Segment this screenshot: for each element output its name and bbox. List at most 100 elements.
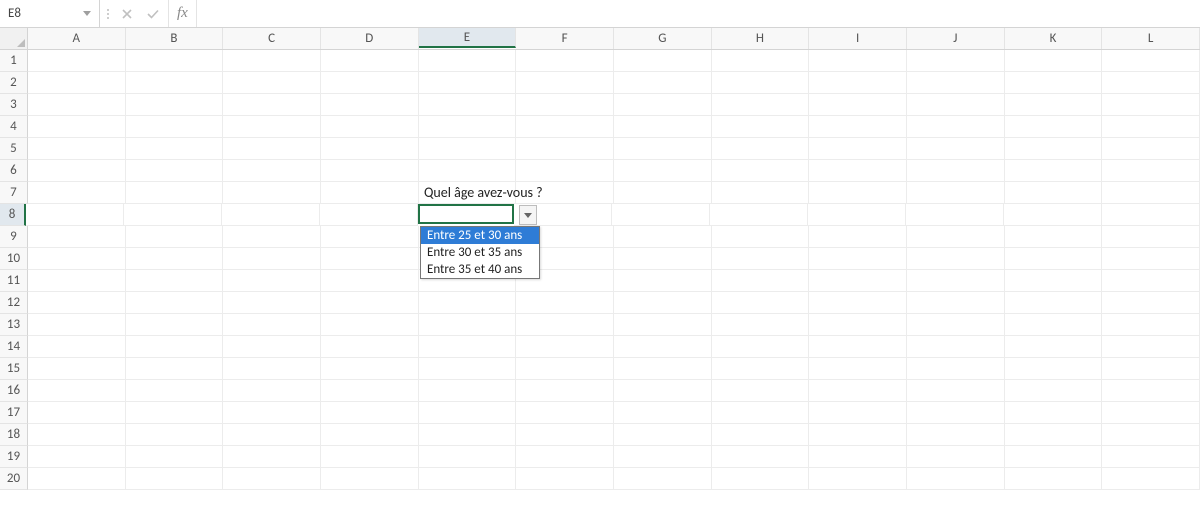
cell-K19[interactable] (1005, 446, 1103, 468)
cell-J9[interactable] (907, 226, 1005, 248)
select-all-corner[interactable] (0, 28, 28, 49)
cell-G5[interactable] (614, 138, 712, 160)
cell-C18[interactable] (223, 424, 321, 446)
cell-L19[interactable] (1102, 446, 1200, 468)
cell-E19[interactable] (419, 446, 517, 468)
cell-B6[interactable] (126, 160, 224, 182)
cell-D12[interactable] (321, 292, 419, 314)
cell-C13[interactable] (223, 314, 321, 336)
cell-G10[interactable] (614, 248, 712, 270)
cell-A20[interactable] (28, 468, 126, 490)
cell-C6[interactable] (223, 160, 321, 182)
cell-A14[interactable] (28, 336, 126, 358)
cell-K16[interactable] (1005, 380, 1103, 402)
fx-label[interactable]: fx (169, 0, 197, 27)
cell-A12[interactable] (28, 292, 126, 314)
cell-K18[interactable] (1005, 424, 1103, 446)
row-header-2[interactable]: 2 (0, 72, 28, 94)
cell-A18[interactable] (28, 424, 126, 446)
cell-H11[interactable] (712, 270, 810, 292)
name-box[interactable]: E8 (0, 0, 100, 27)
cell-E4[interactable] (419, 116, 517, 138)
cell-E17[interactable] (419, 402, 517, 424)
cell-E18[interactable] (419, 424, 517, 446)
cell-F2[interactable] (516, 72, 614, 94)
cell-I5[interactable] (809, 138, 907, 160)
cell-F19[interactable] (516, 446, 614, 468)
cell-G4[interactable] (614, 116, 712, 138)
cell-J12[interactable] (907, 292, 1005, 314)
cell-E13[interactable] (419, 314, 517, 336)
cell-K9[interactable] (1005, 226, 1103, 248)
cell-D17[interactable] (321, 402, 419, 424)
row-header-8[interactable]: 8 (0, 204, 26, 226)
cell-J5[interactable] (907, 138, 1005, 160)
cancel-button[interactable] (116, 3, 138, 25)
cell-F13[interactable] (516, 314, 614, 336)
cell-L14[interactable] (1102, 336, 1200, 358)
cell-C4[interactable] (223, 116, 321, 138)
cell-A1[interactable] (28, 50, 126, 72)
cell-G1[interactable] (614, 50, 712, 72)
cell-F12[interactable] (516, 292, 614, 314)
cell-B9[interactable] (126, 226, 224, 248)
cell-G6[interactable] (614, 160, 712, 182)
column-header-i[interactable]: I (809, 28, 907, 49)
cell-C3[interactable] (223, 94, 321, 116)
cell-G20[interactable] (614, 468, 712, 490)
cell-K3[interactable] (1005, 94, 1103, 116)
cell-D6[interactable] (321, 160, 419, 182)
cell-D14[interactable] (321, 336, 419, 358)
cell-D10[interactable] (321, 248, 419, 270)
column-header-l[interactable]: L (1102, 28, 1200, 49)
cell-H20[interactable] (712, 468, 810, 490)
cell-B12[interactable] (126, 292, 224, 314)
row-header-3[interactable]: 3 (0, 94, 28, 116)
cell-F4[interactable] (516, 116, 614, 138)
cell-L10[interactable] (1102, 248, 1200, 270)
cell-G19[interactable] (614, 446, 712, 468)
cell-G9[interactable] (614, 226, 712, 248)
cell-L15[interactable] (1102, 358, 1200, 380)
column-header-e[interactable]: E (419, 28, 517, 48)
cell-H6[interactable] (712, 160, 810, 182)
cell-E12[interactable] (419, 292, 517, 314)
cell-D7[interactable] (321, 182, 419, 204)
column-header-j[interactable]: J (907, 28, 1005, 49)
cell-B13[interactable] (126, 314, 224, 336)
cell-I7[interactable] (809, 182, 907, 204)
cell-I1[interactable] (809, 50, 907, 72)
cell-K10[interactable] (1005, 248, 1103, 270)
cell-D9[interactable] (321, 226, 419, 248)
cell-K20[interactable] (1005, 468, 1103, 490)
cell-A15[interactable] (28, 358, 126, 380)
cell-G8[interactable] (612, 204, 710, 226)
cell-L20[interactable] (1102, 468, 1200, 490)
column-header-g[interactable]: G (614, 28, 712, 49)
cell-D13[interactable] (321, 314, 419, 336)
cell-K6[interactable] (1005, 160, 1103, 182)
cell-K15[interactable] (1005, 358, 1103, 380)
cell-L17[interactable] (1102, 402, 1200, 424)
row-header-1[interactable]: 1 (0, 50, 28, 72)
cell-E8[interactable] (418, 204, 514, 224)
data-validation-dropdown-list[interactable]: Entre 25 et 30 ansEntre 30 et 35 ansEntr… (420, 226, 540, 279)
cell-H19[interactable] (712, 446, 810, 468)
row-header-19[interactable]: 19 (0, 446, 28, 468)
cell-G12[interactable] (614, 292, 712, 314)
cell-A2[interactable] (28, 72, 126, 94)
cell-D3[interactable] (321, 94, 419, 116)
cell-I3[interactable] (809, 94, 907, 116)
cell-I10[interactable] (809, 248, 907, 270)
cell-L2[interactable] (1102, 72, 1200, 94)
row-header-13[interactable]: 13 (0, 314, 28, 336)
cell-I20[interactable] (809, 468, 907, 490)
cell-G17[interactable] (614, 402, 712, 424)
dropdown-option-2[interactable]: Entre 35 et 40 ans (421, 261, 539, 278)
cell-H13[interactable] (712, 314, 810, 336)
cell-D1[interactable] (321, 50, 419, 72)
cell-C12[interactable] (223, 292, 321, 314)
cell-F15[interactable] (516, 358, 614, 380)
cell-B4[interactable] (126, 116, 224, 138)
cell-A16[interactable] (28, 380, 126, 402)
